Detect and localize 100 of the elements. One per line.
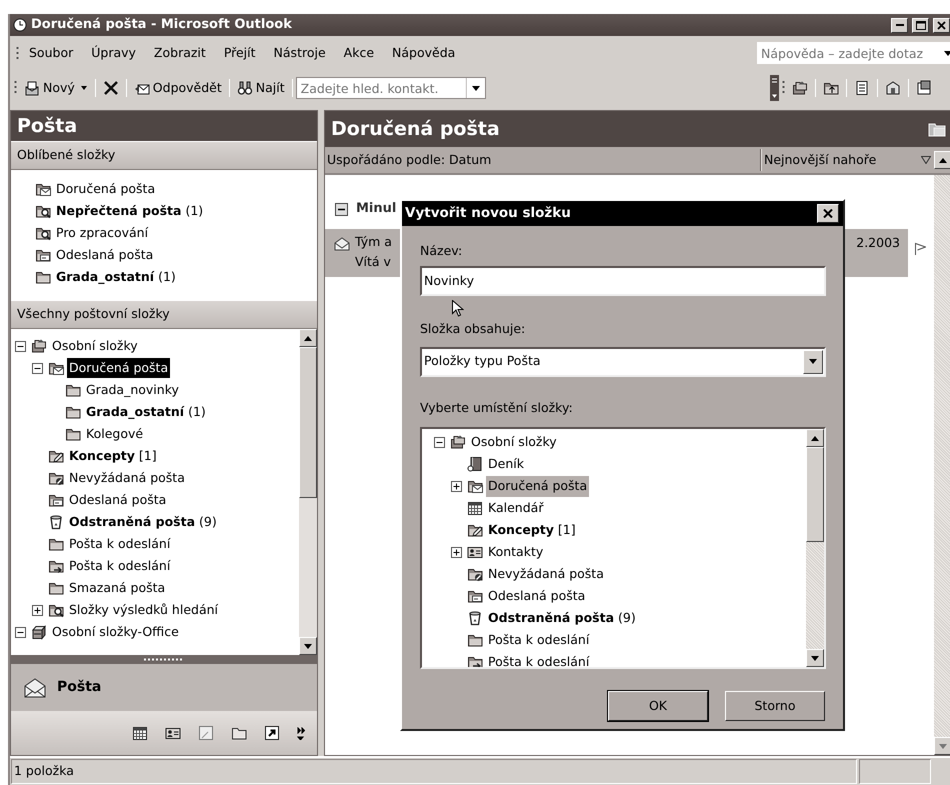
dropdown-button[interactable] <box>466 77 486 99</box>
trash-can-icon <box>48 514 64 530</box>
reply-button[interactable]: Odpovědět <box>130 76 226 100</box>
new-button[interactable]: Nový <box>20 76 92 100</box>
collapse-toggle-icon[interactable] <box>15 626 26 638</box>
toolbar-options-icon[interactable] <box>770 75 779 101</box>
folder-item[interactable]: Osobní složky <box>50 336 140 356</box>
status-text: 1 položka <box>11 759 857 784</box>
pencil-folder-icon <box>48 448 64 464</box>
folder-item[interactable]: Pošta k odeslání <box>67 556 172 576</box>
mail-nav-button[interactable]: Pošta <box>11 664 317 711</box>
cancel-button[interactable]: Storno <box>725 691 825 722</box>
menu-item[interactable]: Soubor <box>21 42 82 64</box>
x-mark-icon <box>102 80 119 96</box>
folder-item[interactable]: Odeslaná pošta <box>486 586 588 607</box>
folder-item[interactable]: Doručená pošta <box>54 178 158 200</box>
folder-item[interactable]: Nevyžádaná pošta <box>486 564 606 585</box>
envelope-folder-icon <box>48 360 64 376</box>
scroll-up-icon[interactable] <box>939 158 947 162</box>
maximize-icon <box>916 20 926 30</box>
sort-order-label[interactable]: Nejnovější nahoře <box>762 150 876 170</box>
close-icon <box>823 209 833 218</box>
menu-item[interactable]: Přejít <box>216 42 264 64</box>
menu-item[interactable]: Akce <box>336 42 382 64</box>
maximize-button[interactable] <box>912 18 929 32</box>
dialog-title: Vytvořit novou složku <box>405 204 571 224</box>
section-header: Oblíbené složky <box>11 141 317 170</box>
scrollbar[interactable] <box>934 175 950 755</box>
close-button[interactable] <box>933 18 950 32</box>
scrollbar[interactable] <box>806 429 824 668</box>
expand-toggle-icon[interactable] <box>451 546 462 558</box>
open-envelope-icon <box>334 236 350 251</box>
close-button[interactable] <box>817 204 839 223</box>
folder-item[interactable]: Osobní složky-Office <box>50 622 181 642</box>
document-list-icon <box>854 80 870 96</box>
folder-item[interactable]: Nepřečtená pošta (1) <box>54 200 206 222</box>
folder-item[interactable]: Odeslaná pošta <box>67 490 168 510</box>
folder-item[interactable]: Kontakty <box>486 542 546 563</box>
folder-item[interactable]: Kolegové <box>84 424 146 444</box>
folder-up-icon <box>823 80 839 96</box>
folders-icon <box>450 434 466 450</box>
expand-toggle-icon[interactable] <box>451 480 462 492</box>
folder-item[interactable]: Koncepty [1] <box>486 520 578 541</box>
book-icon <box>467 456 483 472</box>
folder-item[interactable]: Koncepty [1] <box>67 446 159 466</box>
blocked-folder-icon <box>48 470 64 486</box>
folder-item[interactable]: Pro zpracování <box>54 222 150 244</box>
menu-item[interactable]: Nástroje <box>266 42 334 64</box>
name-field[interactable]: Novinky <box>420 266 826 296</box>
folder-item[interactable]: Smazaná pošta <box>67 578 168 598</box>
folder-item[interactable]: Složky výsledků hledání <box>67 600 220 620</box>
collapse-toggle-icon[interactable] <box>434 436 445 448</box>
menu-item[interactable]: Zobrazit <box>146 42 214 64</box>
collapse-toggle-icon[interactable] <box>335 202 348 216</box>
folder-item[interactable]: Deník <box>486 454 526 475</box>
folder-item[interactable]: Kalendář <box>486 498 546 519</box>
collapse-toggle-icon[interactable] <box>15 340 26 352</box>
folder-item[interactable]: Grada_ostatní (1) <box>54 266 178 288</box>
status-panel <box>859 759 931 784</box>
arrange-by-label[interactable]: Uspořádáno podle: Datum <box>325 150 760 170</box>
scroll-thumb[interactable] <box>806 447 824 542</box>
letter-folder-icon <box>48 492 64 508</box>
folder-item[interactable]: Odstraněná pošta (9) <box>67 512 219 532</box>
message-sender: Tým a <box>355 233 393 251</box>
folder-item[interactable]: Doručená pošta <box>67 358 170 378</box>
dropdown-arrow-icon[interactable] <box>809 359 817 364</box>
folder-item[interactable]: Pošta k odeslání <box>486 630 592 651</box>
folder-item[interactable]: Odeslaná pošta <box>54 244 156 266</box>
folder-item[interactable]: Odstraněná pošta (9) <box>486 608 638 629</box>
pane-header: Pošta <box>11 111 317 141</box>
scroll-thumb[interactable] <box>299 347 317 498</box>
scrollbar[interactable] <box>299 329 317 655</box>
folder-type-select[interactable]: Položky typu Pošta <box>420 346 826 376</box>
flag-icon[interactable] <box>914 242 926 256</box>
folder-item[interactable]: Pošta k odeslání <box>486 652 592 668</box>
folder-item[interactable]: Osobní složky <box>469 432 559 453</box>
scroll-down-icon[interactable] <box>304 644 312 648</box>
group-header: Minul <box>356 200 396 218</box>
arrow-folder-icon <box>48 558 64 574</box>
menu-item[interactable]: Nápověda <box>384 42 464 64</box>
folder-envelope-icon <box>928 121 946 137</box>
folder-item[interactable]: Pošta k odeslání <box>67 534 172 554</box>
splitter-grip-icon[interactable] <box>144 658 184 661</box>
scroll-up-icon[interactable] <box>811 436 819 441</box>
menu-item[interactable]: Úpravy <box>83 42 144 64</box>
scroll-up-icon[interactable] <box>304 336 312 340</box>
collapse-toggle-icon[interactable] <box>32 362 43 374</box>
folder-icon <box>65 404 81 420</box>
folder-item[interactable]: Grada_novinky <box>84 380 181 400</box>
magnifier-folder-icon <box>48 602 64 618</box>
minimize-button[interactable] <box>891 18 908 32</box>
ok-button[interactable]: OK <box>608 691 708 722</box>
folder-item[interactable]: Grada_ostatní (1) <box>84 402 208 422</box>
scroll-down-icon[interactable] <box>811 656 819 661</box>
sort-arrow-icon[interactable] <box>921 156 931 164</box>
toolbar-grip-icon <box>14 80 17 96</box>
find-button[interactable]: Najít <box>232 76 289 100</box>
expand-toggle-icon[interactable] <box>32 604 43 616</box>
folder-item[interactable]: Doručená pošta <box>486 476 590 497</box>
folder-item[interactable]: Nevyžádaná pošta <box>67 468 187 488</box>
